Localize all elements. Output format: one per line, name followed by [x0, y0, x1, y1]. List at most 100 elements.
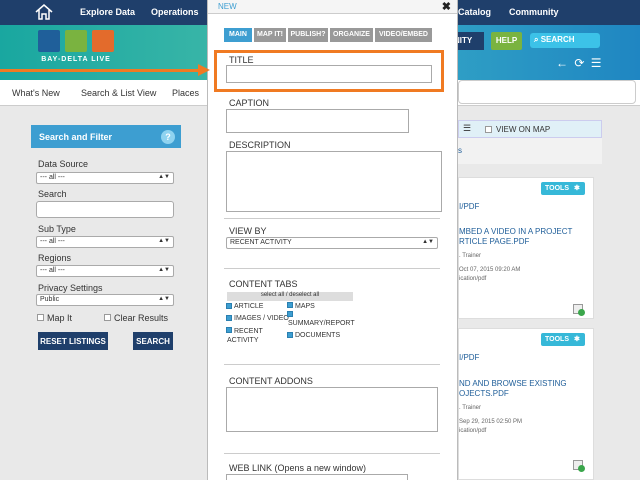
nav-explore-data[interactable]: Explore Data: [80, 7, 135, 17]
download-icon[interactable]: [573, 460, 585, 472]
select-all-toggle[interactable]: select all / deselect all: [227, 292, 353, 301]
select-arrows-icon: ▲▼: [158, 174, 170, 180]
card-title-line1[interactable]: MBED A VIDEO IN A PROJECT: [459, 227, 572, 236]
nav-community[interactable]: Community: [509, 7, 559, 17]
card-title-line2[interactable]: OJECTS.PDF: [459, 389, 509, 398]
subnav-whats-new[interactable]: What's New: [12, 88, 60, 98]
result-card[interactable]: TOOLS ✱ I/PDF MBED A VIDEO IN A PROJECT …: [458, 177, 594, 319]
title-field-highlight: [214, 50, 444, 92]
select-arrows-icon: ▲▼: [158, 238, 170, 244]
back-arrow-icon[interactable]: ←: [556, 56, 568, 70]
list-icon[interactable]: ☰: [591, 56, 602, 70]
search-button[interactable]: SEARCH: [133, 332, 173, 350]
subnav-right-box: [458, 80, 636, 104]
images-video-label: IMAGES / VIDEO: [234, 315, 289, 322]
map-it-label: Map It: [47, 313, 73, 323]
help-icon[interactable]: ?: [161, 130, 175, 144]
close-icon[interactable]: ✖: [442, 0, 451, 13]
maps-checkbox[interactable]: [287, 302, 293, 308]
card-author: . Trainer: [459, 253, 482, 259]
map-it-checkbox[interactable]: [37, 314, 44, 321]
documents-label: DOCUMENTS: [295, 332, 341, 339]
result-card[interactable]: TOOLS ✱ I/PDF ND AND BROWSE EXISTING OJE…: [458, 328, 594, 480]
list-view-icon[interactable]: ☰: [463, 123, 471, 134]
subnav-places[interactable]: Places: [172, 88, 199, 98]
annotation-arrow-head: [198, 64, 210, 76]
reset-listings-button[interactable]: RESET LISTINGS: [38, 332, 108, 350]
search-label: Search: [38, 189, 67, 199]
divider: [224, 268, 440, 269]
regions-select[interactable]: --- all --- ▲▼: [36, 265, 174, 277]
clear-results-checkbox[interactable]: [104, 314, 111, 321]
nav-catalog[interactable]: Catalog: [458, 7, 491, 17]
subtype-select[interactable]: --- all --- ▲▼: [36, 236, 174, 248]
bay-delta-live-logo[interactable]: BAY-DELTA LIVE: [38, 30, 114, 68]
description-textarea[interactable]: [226, 151, 442, 212]
refresh-icon[interactable]: ⟳: [574, 56, 584, 70]
content-addons-label: CONTENT ADDONS: [229, 376, 313, 386]
help-button[interactable]: HELP: [491, 32, 522, 50]
search-input[interactable]: [36, 201, 174, 218]
tab-main[interactable]: MAIN: [224, 28, 252, 42]
download-icon[interactable]: [573, 304, 585, 316]
select-arrows-icon: ▲▼: [422, 239, 434, 245]
filter-panel-header: Search and Filter ?: [31, 125, 181, 148]
regions-value: --- all ---: [40, 267, 65, 274]
documents-checkbox[interactable]: [287, 332, 293, 338]
privacy-select[interactable]: Public ▲▼: [36, 294, 174, 306]
images-video-checkbox[interactable]: [226, 315, 232, 321]
site-search-button[interactable]: ⌕ SEARCH: [530, 33, 600, 48]
view-by-label: VIEW BY: [229, 226, 267, 236]
description-label: DESCRIPTION: [229, 140, 291, 150]
view-by-select[interactable]: RECENT ACTIVITY ▲▼: [226, 237, 438, 249]
privacy-label: Privacy Settings: [38, 283, 103, 293]
tab-video-embed[interactable]: VIDEO/EMBED: [375, 28, 432, 42]
tab-publish[interactable]: PUBLISH?: [288, 28, 328, 42]
tools-label: TOOLS: [545, 336, 569, 343]
card-type: I/PDF: [459, 353, 480, 362]
card-type: I/PDF: [459, 202, 480, 211]
summary-report-checkbox[interactable]: [287, 311, 293, 317]
data-source-select[interactable]: --- all --- ▲▼: [36, 172, 174, 184]
data-source-label: Data Source: [38, 159, 89, 169]
subnav-search-list-view[interactable]: Search & List View: [81, 88, 156, 98]
search-icon: ⌕: [534, 35, 539, 44]
view-on-map-label: VIEW ON MAP: [496, 125, 551, 134]
logo-caption: BAY-DELTA LIVE: [41, 56, 111, 63]
subtype-label: Sub Type: [38, 224, 76, 234]
results-panel: ☰ VIEW ON MAP s TOOLS ✱ I/PDF MBED A VID…: [458, 120, 602, 480]
results-toolbar: ☰ VIEW ON MAP: [458, 120, 602, 138]
select-arrows-icon: ▲▼: [158, 296, 170, 302]
nav-operations[interactable]: Operations: [151, 7, 199, 17]
recent-activity-label: RECENT ACTIVITY: [227, 328, 263, 344]
article-checkbox[interactable]: [226, 303, 232, 309]
tab-organize[interactable]: ORGANIZE: [330, 28, 373, 42]
content-addons-field[interactable]: [226, 387, 438, 432]
regions-label: Regions: [38, 253, 72, 263]
home-icon[interactable]: [34, 3, 54, 21]
divider: [224, 364, 440, 365]
privacy-value: Public: [40, 296, 60, 303]
card-mime: ication/pdf: [459, 276, 487, 282]
caption-label: CAPTION: [229, 98, 270, 108]
web-link-label: WEB LINK (Opens a new window): [229, 463, 367, 473]
card-title-line1[interactable]: ND AND BROWSE EXISTING: [459, 379, 567, 388]
card-title-line2[interactable]: RTICLE PAGE.PDF: [459, 237, 529, 246]
data-source-value: --- all ---: [40, 174, 65, 181]
gear-icon: ✱: [573, 185, 580, 192]
content-tabs-label: CONTENT TABS: [229, 279, 298, 289]
banner-toolbar: ← ⟳ ☰: [556, 56, 602, 70]
tools-button[interactable]: TOOLS ✱: [541, 333, 585, 346]
summary-report-label: SUMMARY/REPORT: [288, 320, 355, 327]
maps-label: MAPS: [295, 303, 315, 310]
tools-button[interactable]: TOOLS ✱: [541, 182, 585, 195]
tab-map-it[interactable]: MAP IT!: [254, 28, 286, 42]
gear-icon: ✱: [573, 336, 580, 343]
article-label: ARTICLE: [234, 303, 264, 310]
web-link-input[interactable]: [226, 474, 408, 480]
modal-title: NEW: [208, 0, 457, 14]
caption-textarea[interactable]: [226, 109, 409, 133]
view-on-map-checkbox[interactable]: [485, 126, 492, 133]
card-mime: ication/pdf: [459, 428, 487, 434]
results-subbar-text: s: [458, 146, 462, 155]
